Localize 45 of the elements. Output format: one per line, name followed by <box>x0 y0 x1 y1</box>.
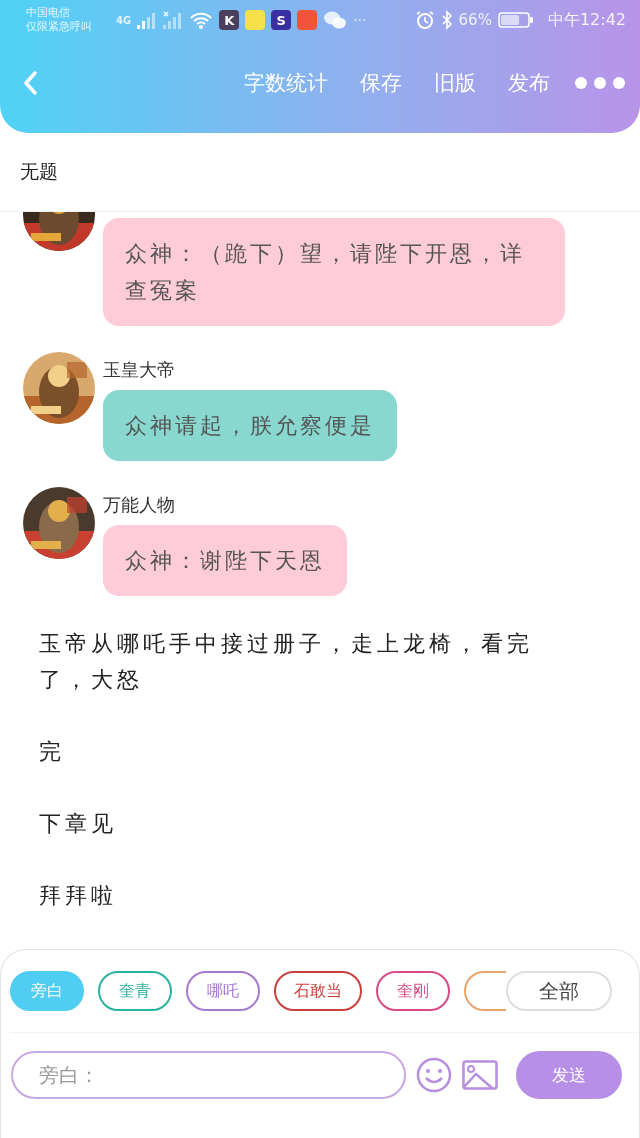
carrier-note: 仅限紧急呼叫 <box>26 20 92 34</box>
sender-name: 万能人物 <box>103 493 175 517</box>
alarm-icon <box>414 10 435 30</box>
role-chip[interactable]: 奎青 <box>98 971 172 1011</box>
toolbar-action[interactable]: 字数统计 <box>236 68 336 97</box>
narration-text: 拜拜啦 <box>39 882 118 910</box>
bluetooth-icon <box>440 10 453 30</box>
role-chip[interactable]: 旁白 <box>10 971 84 1011</box>
document-title: 无题 <box>0 133 640 212</box>
narration-text: 完 <box>39 738 66 766</box>
more-button[interactable] <box>574 75 626 90</box>
battery-percent: 66% <box>458 11 492 29</box>
narration-text: 下章见 <box>39 810 118 838</box>
message-bubble: 众神请起，朕允察便是 <box>103 390 397 461</box>
message-input[interactable]: 旁白： <box>11 1051 406 1099</box>
signal-icon <box>137 11 158 29</box>
app-icon: S <box>271 10 292 30</box>
image-button[interactable] <box>462 1060 498 1090</box>
role-chip[interactable]: 石敢当 <box>274 971 362 1011</box>
send-button[interactable]: 发送 <box>516 1051 622 1099</box>
narration-text: 玉帝从哪吒手中接过册子，走上龙椅，看完了，大怒 <box>39 630 534 694</box>
role-chip[interactable]: 奎刚 <box>376 971 450 1011</box>
role-chip[interactable]: 哪吒 <box>186 971 260 1011</box>
clock-time: 中午12:42 <box>547 9 626 31</box>
carrier-name: 中国电信 <box>26 6 71 20</box>
signal-icon <box>163 11 184 29</box>
chat-bubbles-icon <box>323 10 348 30</box>
toolbar-action[interactable]: 发布 <box>500 68 558 97</box>
emoji-button[interactable] <box>416 1057 452 1093</box>
more-indicator: ··· <box>353 12 367 28</box>
wifi-icon <box>189 11 214 29</box>
back-button[interactable] <box>22 69 38 96</box>
toolbar-action[interactable]: 旧版 <box>426 68 484 97</box>
image-icon <box>462 1060 498 1090</box>
more-icon <box>574 75 626 90</box>
smiley-icon <box>416 1057 452 1093</box>
message-bubble: 众神：谢陛下天恩 <box>103 525 347 596</box>
battery-icon <box>497 11 534 29</box>
back-icon <box>22 69 38 96</box>
sender-name: 玉皇大帝 <box>103 358 175 382</box>
app-icon: K <box>219 10 240 30</box>
message-bubble: 众神：（跪下）望，请陛下开恩，详查冤案 <box>103 218 565 326</box>
all-roles-button[interactable]: 全部 <box>506 971 612 1011</box>
toolbar-action[interactable]: 保存 <box>352 68 410 97</box>
network-label: 4G <box>116 14 132 26</box>
